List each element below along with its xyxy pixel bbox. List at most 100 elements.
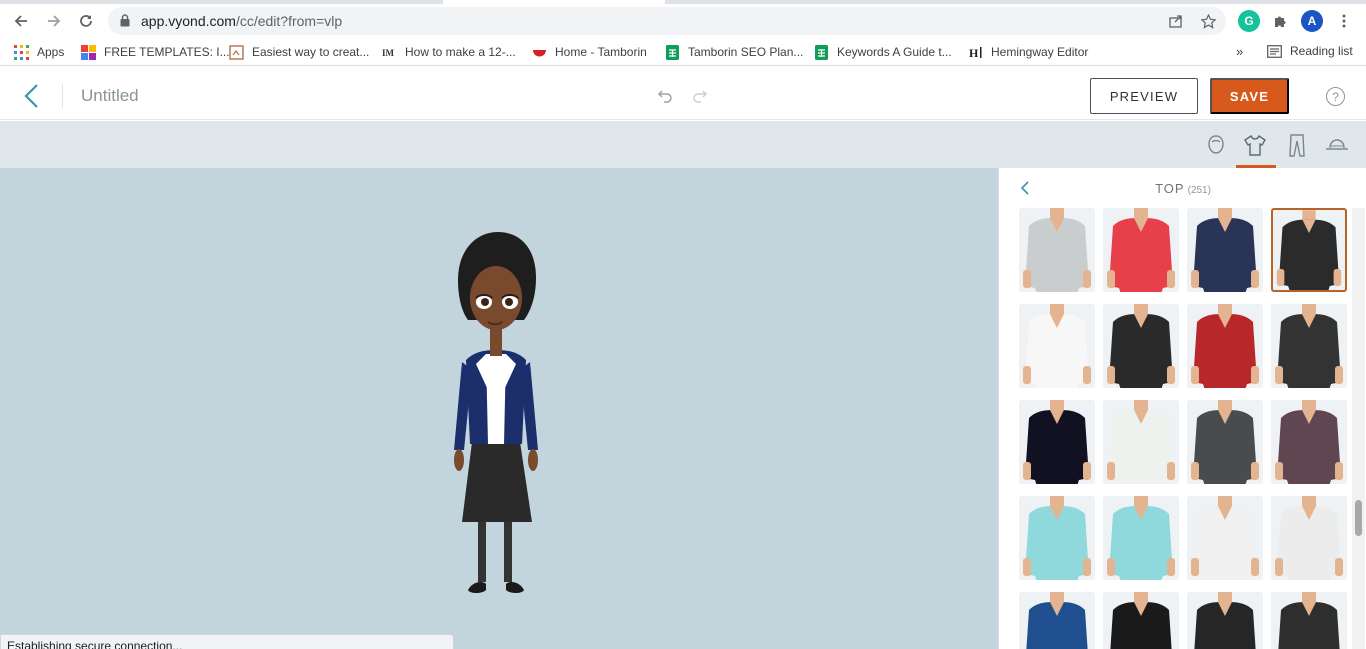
browser-toolbar: app.vyond.com/cc/edit?from=vlp G A [0, 4, 1366, 38]
svg-text:IM: IM [382, 48, 395, 58]
extensions-puzzle-icon[interactable] [1268, 9, 1292, 33]
panel-title: TOP (251) [999, 181, 1366, 196]
outfit-thumbnail [1110, 592, 1172, 649]
outfit-thumbnail [1278, 592, 1340, 649]
page-favicon [229, 44, 244, 60]
back-arrow-icon[interactable] [9, 9, 33, 33]
address-bar[interactable]: app.vyond.com/cc/edit?from=vlp [108, 7, 1226, 35]
back-chevron-icon[interactable] [22, 83, 42, 109]
outfit-thumbnail [1191, 208, 1259, 292]
outfit-thumbnail [1023, 400, 1091, 484]
reading-list-icon [1267, 44, 1282, 58]
bookmark-label: Tamborin SEO Plan... [688, 45, 804, 59]
browser-status-bar: Establishing secure connection... [0, 634, 454, 649]
sheets-favicon [815, 44, 828, 60]
apps-grid-icon [14, 44, 29, 60]
outfit-tile-red-bellhop-jacket[interactable] [1187, 304, 1263, 388]
bookmark-label: FREE TEMPLATES: I... [104, 45, 230, 59]
bookmark-tamborin-seo[interactable]: Tamborin SEO Plan... [665, 44, 803, 60]
grammarly-extension-icon[interactable]: G [1238, 10, 1260, 32]
wardrobe-panel: TOP (251) [998, 168, 1366, 649]
lock-icon [120, 14, 130, 27]
pants-icon[interactable] [1286, 133, 1308, 157]
outfit-tile-graduation-gown[interactable] [1103, 304, 1179, 388]
redo-icon[interactable] [692, 86, 710, 104]
panel-header: TOP (251) [999, 168, 1366, 208]
outfit-thumbnail [1107, 400, 1175, 484]
bookmark-keywords-guide[interactable]: Keywords A Guide t... [814, 44, 952, 60]
outfit-thumbnail [1191, 496, 1259, 580]
preview-button[interactable]: PREVIEW [1090, 78, 1198, 114]
outfit-thumbnail [1107, 304, 1175, 388]
outfit-tile-black-suit-badge[interactable] [1187, 592, 1263, 649]
outfit-tile-white-robe[interactable] [1103, 400, 1179, 484]
editor-header: Untitled PREVIEW SAVE ? [0, 72, 1366, 120]
head-icon[interactable] [1205, 133, 1227, 157]
outfit-tile-white-coat-stethoscope[interactable] [1187, 496, 1263, 580]
reading-list-button[interactable]: Reading list [1267, 44, 1353, 58]
item-count: (251) [1187, 185, 1211, 196]
bookmark-star-icon[interactable] [1200, 13, 1216, 29]
reading-list-label: Reading list [1290, 44, 1353, 58]
outfit-tile-white-blouse[interactable] [1019, 304, 1095, 388]
outfit-tile-teal-scrubs-stethoscope-2[interactable] [1103, 496, 1179, 580]
outfit-tile-grey-work-shirt[interactable] [1187, 400, 1263, 484]
bookmark-apps[interactable]: Apps [14, 44, 64, 60]
shirt-icon[interactable] [1244, 133, 1266, 157]
browser-menu-icon[interactable] [1332, 9, 1356, 33]
outfit-thumbnail [1023, 304, 1091, 388]
outfit-thumbnail [1026, 592, 1088, 649]
app-window: app.vyond.com/cc/edit?from=vlp G A Apps [0, 0, 1366, 649]
profile-avatar[interactable]: A [1301, 10, 1323, 32]
bookmark-how-to-make[interactable]: IM How to make a 12-... [382, 44, 516, 60]
help-icon[interactable]: ? [1326, 87, 1345, 106]
sheets-favicon [666, 44, 679, 60]
bookmark-free-templates[interactable]: FREE TEMPLATES: I... [81, 44, 230, 60]
bookmarks-overflow-button[interactable]: » [1236, 44, 1243, 59]
outfit-thumbnail [1023, 496, 1091, 580]
bookmark-label: Home - Tamborin [555, 45, 647, 59]
url-host: app.vyond.com [141, 13, 236, 29]
outfit-tile-police-uniform[interactable] [1019, 400, 1095, 484]
outfit-tile-black-blazer[interactable] [1271, 208, 1347, 292]
scrollbar-track[interactable] [1352, 208, 1365, 649]
hemingway-favicon: H [969, 46, 982, 60]
outfit-tile-grey-scrub-shirt[interactable] [1019, 208, 1095, 292]
outfit-tile-black-waistcoat[interactable] [1271, 304, 1347, 388]
svg-text:H: H [969, 46, 979, 60]
character-preview[interactable] [436, 232, 556, 610]
scrollbar-thumb[interactable] [1355, 500, 1362, 536]
outfit-thumbnail [1191, 400, 1259, 484]
outfit-tile-white-coat-stethoscope-2[interactable] [1271, 496, 1347, 580]
outfit-tile-black-vest-tie[interactable] [1271, 592, 1347, 649]
outfit-tile-teal-scrubs-stethoscope[interactable] [1019, 496, 1095, 580]
bookmark-home-tamborin[interactable]: Home - Tamborin [532, 44, 647, 60]
outfit-tile-blue-football-jersey[interactable] [1019, 592, 1095, 649]
bookmark-label: Easiest way to creat... [252, 45, 370, 59]
save-button[interactable]: SAVE [1210, 78, 1289, 114]
forward-arrow-icon[interactable] [42, 9, 66, 33]
bookmark-easiest-way[interactable]: Easiest way to creat... [229, 44, 369, 60]
hat-icon[interactable] [1325, 133, 1349, 157]
panel-title-text: TOP [1155, 181, 1185, 196]
bookmark-hemingway[interactable]: H Hemingway Editor [968, 44, 1088, 60]
tamborin-favicon [533, 49, 546, 56]
share-icon[interactable] [1168, 13, 1184, 29]
outfit-tile-red-polo-shirt[interactable] [1103, 208, 1179, 292]
outfit-thumbnail [1276, 210, 1342, 290]
outfit-tile-navy-blazer[interactable] [1187, 208, 1263, 292]
grammarly-initial: G [1244, 14, 1254, 28]
undo-icon[interactable] [655, 86, 673, 104]
outfit-thumbnail [1275, 304, 1343, 388]
url-path: /cc/edit?from=vlp [235, 13, 343, 29]
outfit-tile-maroon-work-shirt[interactable] [1271, 400, 1347, 484]
templates-favicon [81, 44, 96, 60]
header-divider [62, 84, 63, 108]
category-toolbar [0, 121, 1366, 168]
outfit-thumbnail [1275, 496, 1343, 580]
reload-icon[interactable] [74, 9, 98, 33]
outfit-tile-black-tshirt-badge[interactable] [1103, 592, 1179, 649]
document-title[interactable]: Untitled [81, 86, 139, 106]
outfit-thumbnail [1191, 304, 1259, 388]
bookmark-label: Apps [37, 45, 65, 59]
